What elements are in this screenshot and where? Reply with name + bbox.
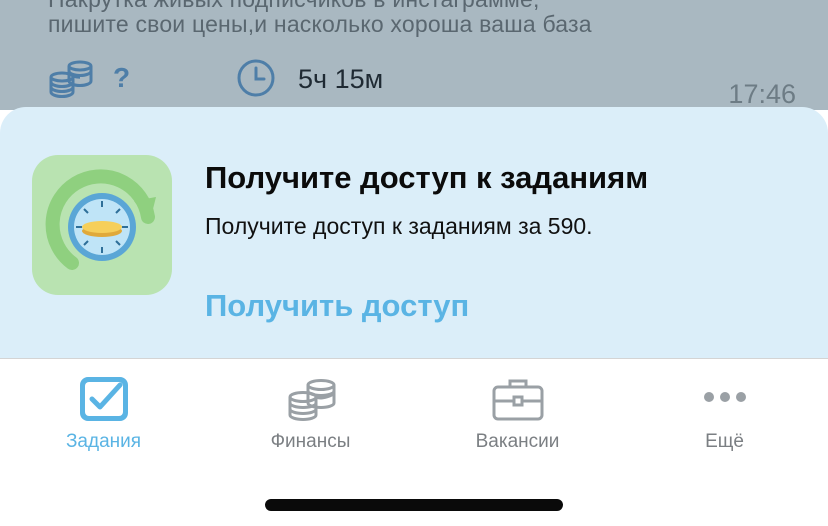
tab-tasks[interactable]: Задания (0, 359, 207, 469)
tab-more[interactable]: Ещё (621, 359, 828, 469)
checkbox-icon (79, 377, 128, 421)
tab-tasks-label: Задания (65, 431, 142, 452)
coins-stack-icon (288, 379, 335, 422)
task-duration: 5ч 15м (298, 64, 384, 94)
background-task-card: Накрутка живых подписчиков в инстаграмме… (0, 0, 828, 110)
tab-finance-label: Финансы (270, 431, 351, 452)
clock-refresh-icon (32, 155, 172, 295)
briefcase-icon (492, 379, 543, 421)
get-access-button[interactable]: Получить доступ (205, 288, 469, 324)
home-indicator[interactable] (265, 499, 563, 511)
access-promo-sheet: Получите доступ к заданиям Получите дост… (0, 107, 828, 358)
tab-vacancies[interactable]: Вакансии (414, 359, 621, 469)
task-time: 17:46 (728, 79, 796, 109)
coins-stack-icon (49, 60, 93, 99)
tab-vacancies-label: Вакансии (475, 431, 560, 452)
task-price: ? (113, 62, 131, 93)
task-description-line2: пишите свои цены,и насколько хороша ваша… (48, 11, 592, 37)
promo-description: Получите доступ к заданиям за 590. (205, 213, 593, 239)
tab-more-label: Ещё (705, 431, 744, 452)
task-meta-row: ? 5ч 15м (48, 58, 808, 102)
promo-title: Получите доступ к заданиям (205, 160, 649, 195)
clock-icon (237, 59, 275, 97)
tab-finance[interactable]: Финансы (207, 359, 414, 469)
more-dots-icon (703, 392, 746, 402)
